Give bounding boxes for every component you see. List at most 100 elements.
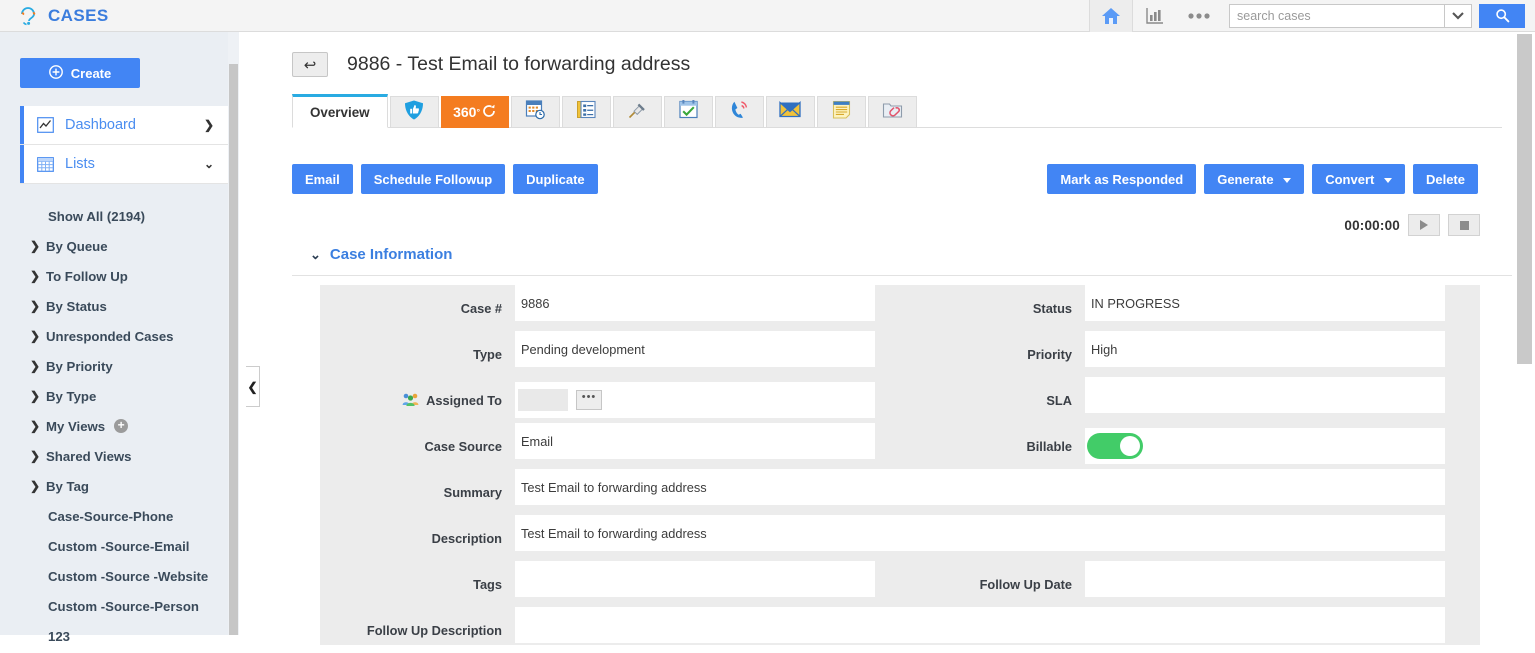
sidebar-subitem-label: To Follow Up <box>46 268 128 284</box>
bar-chart-icon[interactable] <box>1133 0 1177 32</box>
sidebar-subitem-label: By Status <box>46 298 107 314</box>
assigned-to-field[interactable]: ••• <box>515 377 875 423</box>
tags-input[interactable] <box>515 561 875 597</box>
sidebar-item-label: Dashboard <box>65 117 136 133</box>
home-icon[interactable] <box>1089 0 1133 32</box>
delete-button[interactable]: Delete <box>1412 164 1478 194</box>
sidebar-item-lists[interactable]: Lists ⌄ <box>20 145 228 184</box>
caret-down-icon <box>1383 177 1392 183</box>
sidebar-subitem-by-status[interactable]: ❯ By Status <box>20 291 228 321</box>
priority-input[interactable]: High <box>1085 331 1445 367</box>
tab-email[interactable] <box>765 96 815 128</box>
case-source-input[interactable]: Email <box>515 423 875 459</box>
sidebar-item-dashboard[interactable]: Dashboard ❯ <box>20 106 228 145</box>
brand[interactable]: CASES <box>17 5 109 27</box>
follow-up-description-label: Follow Up Description <box>366 622 502 638</box>
task-check-icon <box>678 99 699 125</box>
tab-calendar-clock[interactable] <box>510 96 560 128</box>
add-view-icon[interactable]: + <box>114 419 129 433</box>
create-button[interactable]: Create <box>20 58 140 88</box>
tab-360[interactable]: 360 ° <box>440 96 509 128</box>
tab-form-list[interactable] <box>561 96 611 128</box>
shield-thumbs-up-icon <box>403 99 425 126</box>
sidebar-subitem-custom-source-person[interactable]: Custom -Source-Person <box>20 591 228 621</box>
follow-up-description-input[interactable] <box>515 607 1445 643</box>
email-button[interactable]: Email <box>292 164 353 194</box>
main-scrollbar-thumb[interactable] <box>1517 34 1532 364</box>
case-number-input[interactable]: 9886 <box>515 285 875 321</box>
sidebar-collapse-handle[interactable]: ❮ <box>246 366 260 407</box>
primary-actions: Email Schedule Followup Duplicate <box>292 164 598 194</box>
chevron-right-icon: ❯ <box>30 449 41 463</box>
chevron-down-icon[interactable] <box>1444 3 1472 28</box>
summary-input[interactable]: Test Email to forwarding address <box>515 469 1445 505</box>
sidebar-scrollbar-thumb[interactable] <box>229 64 238 635</box>
form-list-icon <box>576 99 597 125</box>
degree-symbol: ° <box>476 107 481 117</box>
case-number-label: Case # <box>460 300 502 316</box>
sidebar-subitem-to-follow-up[interactable]: ❯ To Follow Up <box>20 261 228 291</box>
sidebar-subitem-custom-source-website[interactable]: Custom -Source -Website <box>20 561 228 591</box>
tab-notes[interactable] <box>816 96 866 128</box>
cases-logo-icon <box>17 5 39 27</box>
play-icon <box>1420 220 1428 230</box>
tab-task-check[interactable] <box>663 96 713 128</box>
tab-attachments[interactable] <box>867 96 917 128</box>
sidebar-subitem-my-views[interactable]: ❯ My Views + <box>20 411 228 441</box>
follow-up-date-label: Follow Up Date <box>979 576 1072 592</box>
sidebar-subitem-case-source-phone[interactable]: Case-Source-Phone <box>20 501 228 531</box>
chevron-right-icon: ❯ <box>30 359 41 373</box>
timer-stop-button[interactable] <box>1448 214 1480 236</box>
stop-icon <box>1459 220 1469 230</box>
schedule-followup-button[interactable]: Schedule Followup <box>360 164 506 194</box>
search-submit-button[interactable] <box>1479 3 1525 28</box>
tab-push-pin[interactable] <box>612 96 662 128</box>
sidebar-subitem-label: By Priority <box>46 358 113 374</box>
assigned-to-value[interactable] <box>518 389 568 411</box>
tab-overview[interactable]: Overview <box>292 94 388 128</box>
search-bar <box>1229 3 1525 28</box>
timer-play-button[interactable] <box>1408 214 1440 236</box>
sidebar-subitem-label: Custom -Source-Person <box>48 598 199 614</box>
sidebar-subitem-123[interactable]: 123 <box>20 621 228 651</box>
generate-button[interactable]: Generate <box>1204 164 1305 194</box>
chevron-right-icon: ❯ <box>30 299 41 313</box>
tab-shield-thumbs-up[interactable] <box>389 96 439 128</box>
mark-as-responded-button[interactable]: Mark as Responded <box>1047 164 1197 194</box>
follow-up-date-input[interactable] <box>1085 561 1445 597</box>
assigned-to-picker-button[interactable]: ••• <box>576 390 602 410</box>
back-button[interactable]: ↩ <box>292 52 328 77</box>
sidebar-subitem-shared-views[interactable]: ❯ Shared Views <box>20 441 228 471</box>
sidebar-subitem-by-priority[interactable]: ❯ By Priority <box>20 351 228 381</box>
case-information-section-header[interactable]: ⌄ Case Information <box>310 246 452 263</box>
billable-field[interactable] <box>1085 423 1445 469</box>
description-input[interactable]: Test Email to forwarding address <box>515 515 1445 551</box>
create-button-label: Create <box>70 65 112 81</box>
sidebar-subitem-by-tag[interactable]: ❯ By Tag <box>20 471 228 501</box>
type-input[interactable]: Pending development <box>515 331 875 367</box>
duplicate-button[interactable]: Duplicate <box>513 164 598 194</box>
sidebar-subitem-custom-source-email[interactable]: Custom -Source-Email <box>20 531 228 561</box>
sidebar-subitem-label: 123 <box>48 628 71 644</box>
sidebar-subitem-unresponded-cases[interactable]: ❯ Unresponded Cases <box>20 321 228 351</box>
section-title: Case Information <box>329 246 453 263</box>
section-divider <box>292 275 1512 276</box>
tab-phone-ringing[interactable] <box>714 96 764 128</box>
back-arrow-icon: ↩ <box>303 56 317 74</box>
status-input[interactable]: IN PROGRESS <box>1085 285 1445 321</box>
search-input[interactable] <box>1229 3 1444 28</box>
convert-button[interactable]: Convert <box>1312 164 1405 194</box>
push-pin-icon <box>627 99 648 125</box>
sidebar-subitem-by-type[interactable]: ❯ By Type <box>20 381 228 411</box>
top-bar-actions <box>1089 0 1535 32</box>
chevron-right-icon: ❯ <box>30 479 41 493</box>
billable-toggle[interactable] <box>1087 433 1143 459</box>
sidebar-subitem-show-all[interactable]: Show All (2194) <box>20 201 228 231</box>
caret-down-icon <box>1283 177 1292 183</box>
sidebar-subitem-by-queue[interactable]: ❯ By Queue <box>20 231 228 261</box>
sla-input[interactable] <box>1085 377 1445 413</box>
billable-label: Billable <box>1026 438 1072 454</box>
button-label: Convert <box>1325 171 1375 187</box>
ellipsis-icon[interactable] <box>1177 0 1221 32</box>
sidebar: Create Dashboard ❯ Lists ⌄ Show All (219… <box>0 32 232 644</box>
